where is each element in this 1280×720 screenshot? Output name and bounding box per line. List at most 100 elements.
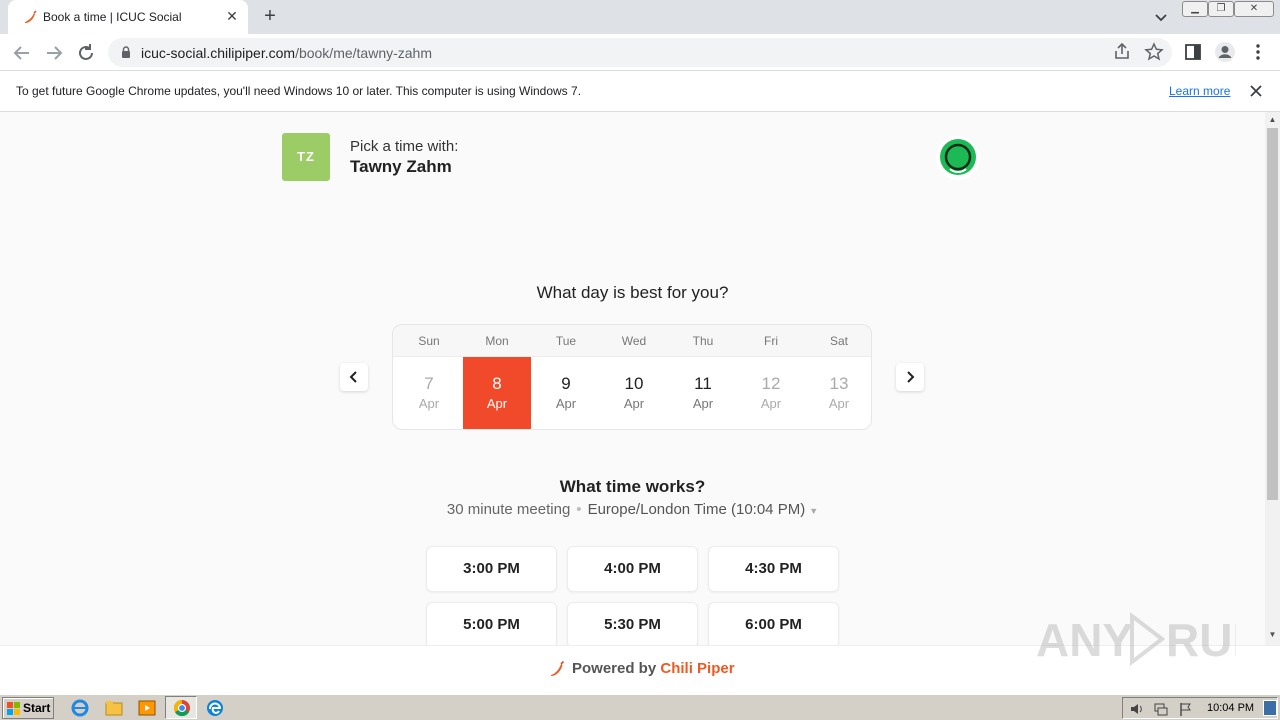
chevron-right-icon — [907, 371, 915, 383]
browser-tab[interactable]: Book a time | ICUC Social ✕ — [8, 0, 248, 34]
time-slot-button[interactable]: 5:00 PM — [426, 602, 557, 645]
address-bar[interactable]: icuc-social.chilipiper.com/book/me/tawny… — [108, 38, 1172, 67]
day-number: 11 — [694, 374, 712, 393]
menu-kebab-icon[interactable] — [1248, 42, 1268, 62]
restore-window-button[interactable]: ❐ — [1208, 1, 1234, 17]
powered-by-text[interactable]: Powered by Chili Piper — [572, 660, 735, 677]
host-name: Tawny Zahm — [350, 157, 452, 176]
url-text[interactable]: icuc-social.chilipiper.com/book/me/tawny… — [141, 45, 432, 61]
day-month: Apr — [828, 396, 850, 411]
update-infobar: To get future Google Chrome updates, you… — [0, 71, 1280, 112]
profile-avatar-icon[interactable] — [1214, 41, 1236, 63]
meta-separator: • — [576, 501, 582, 518]
scrollbar-thumb[interactable] — [1267, 128, 1278, 500]
scroll-down-arrow-icon[interactable]: ▼ — [1268, 631, 1277, 639]
svg-text:RUN: RUN — [1166, 614, 1236, 666]
chrome-icon — [173, 699, 190, 717]
windows-logo-icon — [7, 702, 20, 715]
browser-toolbar: icuc-social.chilipiper.com/book/me/tawny… — [0, 34, 1280, 71]
day-cell-thu[interactable]: 11 Apr — [669, 357, 737, 429]
day-number: 9 — [561, 374, 571, 393]
minimize-window-button[interactable]: ▁ — [1182, 1, 1208, 17]
share-icon[interactable] — [1112, 42, 1132, 62]
day-month: Apr — [760, 396, 782, 411]
previous-week-button[interactable] — [340, 363, 368, 391]
new-tab-button[interactable]: + — [259, 6, 281, 28]
learn-more-link[interactable]: Learn more — [1169, 84, 1230, 98]
lock-icon[interactable] — [119, 45, 133, 59]
show-desktop-button[interactable] — [1263, 700, 1277, 716]
pick-time-label: Pick a time with: — [350, 138, 459, 155]
tab-search-chevron-icon[interactable] — [1152, 9, 1170, 25]
scroll-up-arrow-icon[interactable]: ▲ — [1268, 116, 1277, 124]
day-number: 10 — [624, 374, 644, 393]
timezone-selector[interactable]: Europe/London Time (10:04 PM) ▼ — [588, 501, 819, 518]
start-label: Start — [23, 701, 51, 715]
close-window-button[interactable]: ✕ — [1234, 1, 1274, 17]
day-month: Apr — [486, 396, 508, 411]
action-center-flag-icon[interactable] — [1177, 701, 1193, 717]
powered-label: Powered by — [572, 660, 657, 677]
weekday-label: Mon — [485, 334, 509, 348]
chevron-left-icon — [349, 371, 357, 383]
day-cell-mon[interactable]: 8 Apr — [463, 357, 531, 429]
time-question-heading: What time works? — [559, 477, 706, 496]
back-arrow-icon[interactable] — [10, 41, 34, 65]
chrome-taskbar-button[interactable] — [165, 696, 197, 719]
anyrun-watermark-logo: ANY RUN — [1036, 611, 1236, 667]
week-calendar: Sun Mon Tue Wed Thu Fri Sat 7 Apr 8 Apr … — [392, 324, 872, 430]
chili-piper-link[interactable]: Chili Piper — [660, 660, 734, 677]
weekday-label: Sun — [418, 334, 440, 348]
start-button[interactable]: Start — [2, 697, 54, 719]
time-slot-button[interactable]: 3:00 PM — [426, 546, 557, 592]
edge-icon[interactable] — [205, 698, 225, 718]
page-scrollbar[interactable]: ▲ ▼ — [1265, 112, 1280, 645]
caret-down-icon: ▼ — [809, 506, 819, 516]
day-month: Apr — [418, 396, 440, 411]
system-clock[interactable]: 10:04 PM — [1207, 702, 1254, 714]
meeting-meta: 30 minute meeting • Europe/London Time (10… — [0, 501, 1265, 518]
day-cell-wed[interactable]: 10 Apr — [600, 357, 668, 429]
forward-arrow-icon[interactable] — [42, 41, 66, 65]
day-number: 8 — [492, 374, 502, 393]
weekday-label: Thu — [692, 334, 714, 348]
reload-icon[interactable] — [74, 41, 98, 65]
media-player-icon[interactable] — [137, 698, 157, 718]
time-slot-button[interactable]: 6:00 PM — [708, 602, 839, 645]
time-slot-button[interactable]: 4:00 PM — [567, 546, 698, 592]
day-number: 13 — [829, 374, 849, 393]
day-cell-tue[interactable]: 9 Apr — [532, 357, 600, 429]
weekday-label: Wed — [621, 334, 647, 348]
windows-taskbar: Start 10:04 PM — [0, 694, 1280, 720]
day-month: Apr — [623, 396, 645, 411]
file-explorer-icon[interactable] — [104, 698, 124, 718]
company-logo-icon — [936, 136, 980, 180]
browser-tab-strip: Book a time | ICUC Social ✕ + ▁ ❐ ✕ — [0, 0, 1280, 34]
close-infobar-icon[interactable] — [1247, 82, 1265, 100]
timezone-label: Europe/London Time (10:04 PM) — [587, 501, 806, 518]
day-month: Apr — [692, 396, 714, 411]
day-question-heading: What day is best for you? — [536, 283, 729, 302]
day-cell-sun: 7 Apr — [395, 357, 463, 429]
close-tab-icon[interactable]: ✕ — [224, 8, 240, 24]
chili-pepper-icon — [25, 10, 37, 23]
day-cell-sat: 13 Apr — [805, 357, 871, 429]
tab-title: Book a time | ICUC Social — [43, 10, 182, 24]
svg-text:ANY: ANY — [1036, 614, 1133, 666]
volume-icon[interactable] — [1129, 701, 1145, 717]
next-week-button[interactable] — [896, 363, 924, 391]
day-cell-fri: 12 Apr — [737, 357, 805, 429]
day-month: Apr — [555, 396, 577, 411]
time-slot-button[interactable]: 4:30 PM — [708, 546, 839, 592]
weekday-header: Sun Mon Tue Wed Thu Fri Sat — [393, 325, 871, 357]
infobar-message: To get future Google Chrome updates, you… — [16, 84, 582, 98]
day-number: 7 — [424, 374, 434, 393]
side-panel-icon[interactable] — [1183, 42, 1203, 62]
system-tray: 10:04 PM — [1122, 697, 1278, 719]
time-slot-button[interactable]: 5:30 PM — [567, 602, 698, 645]
network-icon[interactable] — [1153, 701, 1169, 717]
internet-explorer-icon[interactable] — [70, 698, 90, 718]
weekday-label: Tue — [555, 334, 577, 348]
bookmark-star-icon[interactable] — [1144, 42, 1164, 62]
day-number: 12 — [761, 374, 781, 393]
